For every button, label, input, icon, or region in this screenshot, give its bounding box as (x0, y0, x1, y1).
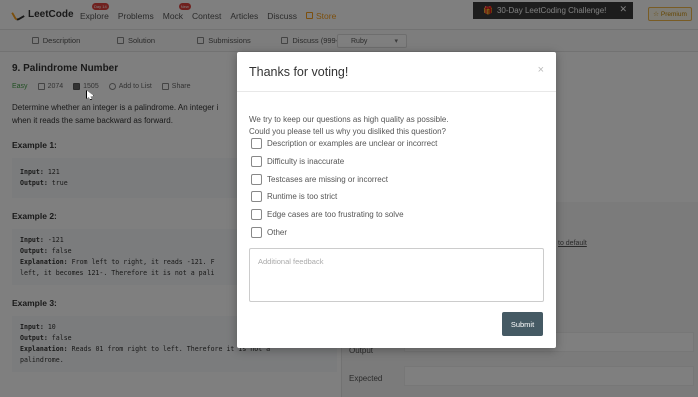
additional-feedback-input[interactable] (249, 248, 544, 302)
reason-options: Description or examples are unclear or i… (251, 135, 437, 241)
option-label: Other (267, 227, 288, 237)
reason-option-testcases[interactable]: Testcases are missing or incorrect (251, 170, 437, 188)
checkbox[interactable] (251, 191, 262, 203)
checkbox[interactable] (251, 156, 262, 168)
close-icon[interactable]: × (538, 64, 544, 76)
intro-line: We try to keep our questions as high qua… (249, 115, 449, 124)
checkbox[interactable] (251, 209, 262, 221)
reason-option-difficulty[interactable]: Difficulty is inaccurate (251, 153, 437, 171)
checkbox[interactable] (251, 138, 262, 150)
option-label: Testcases are missing or incorrect (267, 174, 388, 184)
checkbox[interactable] (251, 173, 262, 185)
option-label: Edge cases are too frustrating to solve (267, 210, 404, 220)
submit-button[interactable]: Submit (502, 312, 543, 336)
dialog-header: Thanks for voting! × (237, 52, 556, 92)
checkbox[interactable] (251, 226, 262, 238)
reason-option-unclear[interactable]: Description or examples are unclear or i… (251, 135, 437, 153)
option-label: Runtime is too strict (267, 192, 338, 202)
reason-option-runtime[interactable]: Runtime is too strict (251, 188, 437, 206)
reason-option-edge-cases[interactable]: Edge cases are too frustrating to solve (251, 206, 437, 224)
reason-option-other[interactable]: Other (251, 223, 437, 241)
dialog-title: Thanks for voting! (249, 64, 349, 79)
vote-feedback-dialog: Thanks for voting! × We try to keep our … (237, 52, 556, 348)
option-label: Difficulty is inaccurate (267, 157, 345, 167)
option-label: Description or examples are unclear or i… (267, 139, 438, 149)
